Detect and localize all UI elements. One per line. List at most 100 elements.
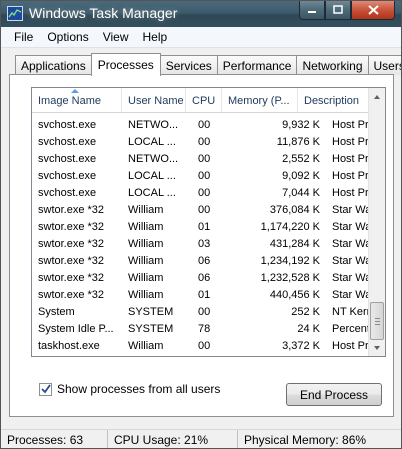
cell-description: Star Wars... (332, 254, 370, 267)
tab-users[interactable]: Users (367, 55, 401, 75)
cell-description: NT Kernel... (332, 305, 370, 318)
menu-help[interactable]: Help (136, 30, 175, 44)
cell-memory: 440,456 K (269, 288, 320, 301)
cell-description: Star Wars... (332, 203, 370, 216)
end-process-label: End Process (299, 387, 369, 402)
cell-user-name: SYSTEM (128, 322, 174, 335)
table-row[interactable]: System SYSTEM 00 252 K NT Kernel... (32, 303, 370, 320)
close-icon[interactable] (351, 1, 395, 20)
table-row[interactable]: swtor.exe *32 William 06 1,232,528 K Star Wa… (32, 269, 370, 286)
cell-memory: 1,234,192 K (260, 254, 320, 267)
column-header-user-name[interactable]: User Name (122, 88, 186, 112)
minimize-icon[interactable] (299, 1, 325, 20)
table-row[interactable]: svchost.exe NETWO... 00 9,932 K Host Proc... (32, 116, 370, 133)
cell-user-name: William (128, 220, 164, 233)
cell-image-name: swtor.exe *32 (38, 288, 105, 301)
column-header-description[interactable]: Description (298, 88, 370, 112)
cell-memory: 9,092 K (282, 169, 320, 182)
cell-image-name: swtor.exe *32 (38, 237, 105, 250)
cell-user-name: William (128, 288, 164, 301)
table-row[interactable]: System Idle P... SYSTEM 78 24 K Percenta... (32, 320, 370, 337)
column-header-memory[interactable]: Memory (P... (222, 88, 298, 112)
cell-user-name: William (128, 271, 164, 284)
cell-description: Star Wars... (332, 220, 370, 233)
scroll-down-icon[interactable] (369, 339, 385, 356)
maximize-icon[interactable] (325, 1, 351, 20)
cell-user-name: NETWO... (128, 118, 179, 131)
cell-description: Host Proc... (332, 186, 370, 199)
table-row[interactable]: svchost.exe LOCAL ... 00 9,092 K Host Proc..… (32, 167, 370, 184)
cell-description: Percenta... (332, 322, 370, 335)
cell-image-name: svchost.exe (38, 135, 97, 148)
cell-image-name: svchost.exe (38, 118, 97, 131)
show-all-processes-label: Show processes from all users (57, 382, 221, 396)
cell-user-name: LOCAL ... (128, 169, 176, 182)
cell-user-name: SYSTEM (128, 305, 174, 318)
cell-cpu: 00 (198, 152, 211, 165)
table-row[interactable]: taskhost.exe William 00 3,372 K Host Proc... (32, 337, 370, 354)
tab-applications[interactable]: Applications (15, 55, 92, 75)
cell-cpu: 00 (198, 339, 211, 352)
tab-processes[interactable]: Processes (90, 53, 161, 76)
cell-memory: 3,372 K (282, 339, 320, 352)
cell-memory: 1,174,220 K (260, 220, 320, 233)
cell-memory: 376,084 K (269, 203, 320, 216)
cell-cpu: 06 (198, 254, 211, 267)
table-row[interactable]: swtor.exe *32 William 01 1,174,220 K Star Wa… (32, 218, 370, 235)
tab-services[interactable]: Services (159, 55, 218, 75)
cell-description: Host Proc... (332, 118, 370, 131)
cell-memory: 2,552 K (282, 152, 320, 165)
table-row[interactable]: swtor.exe *32 William 03 431,284 K Star Wars… (32, 235, 370, 252)
cell-cpu: 00 (198, 135, 211, 148)
column-header-cpu[interactable]: CPU (186, 88, 222, 112)
sort-ascending-icon (71, 89, 79, 93)
table-row[interactable]: svchost.exe LOCAL ... 00 11,876 K Host Proc.… (32, 133, 370, 150)
table-row[interactable]: swtor.exe *32 William 00 376,084 K Star Wars… (32, 201, 370, 218)
cell-cpu: 00 (198, 203, 211, 216)
cell-memory: 11,876 K (276, 135, 320, 148)
cell-memory: 431,284 K (269, 237, 320, 250)
menu-file[interactable]: File (7, 30, 40, 44)
cell-description: Star Wars... (332, 288, 370, 301)
column-header-image-name[interactable]: Image Name (32, 88, 122, 112)
cell-image-name: svchost.exe (38, 169, 97, 182)
window-title: Windows Task Manager (29, 5, 178, 21)
cell-image-name: swtor.exe *32 (38, 220, 105, 233)
table-row[interactable]: svchost.exe LOCAL ... 00 7,044 K Host Proc..… (32, 184, 370, 201)
cell-description: Host Proc... (332, 135, 370, 148)
cell-description: Star Wars... (332, 237, 370, 250)
show-all-processes-checkbox[interactable] (39, 382, 52, 396)
cell-user-name: LOCAL ... (128, 186, 176, 199)
menu-options[interactable]: Options (40, 30, 95, 44)
process-rows: svchost.exe NETWO... 00 9,932 K Host Proc...… (32, 116, 370, 354)
show-all-processes-option[interactable]: Show processes from all users (39, 382, 220, 396)
cell-image-name: swtor.exe *32 (38, 254, 105, 267)
cell-user-name: William (128, 339, 164, 352)
menu-view[interactable]: View (96, 30, 136, 44)
title-bar[interactable]: Windows Task Manager (1, 1, 401, 27)
cell-memory: 24 K (297, 322, 320, 335)
table-row[interactable]: swtor.exe *32 William 01 440,456 K Star Wars… (32, 286, 370, 303)
cell-cpu: 00 (198, 118, 211, 131)
cell-image-name: System Idle P... (38, 322, 114, 335)
table-row[interactable]: svchost.exe NETWO... 00 2,552 K Host Proc... (32, 150, 370, 167)
cell-image-name: svchost.exe (38, 152, 97, 165)
cell-user-name: LOCAL ... (128, 135, 176, 148)
caption-buttons (299, 1, 395, 21)
end-process-button[interactable]: End Process (286, 383, 382, 406)
processes-panel: Image Name User Name CPU Memory (P... De… (9, 74, 394, 417)
scroll-thumb[interactable] (370, 302, 384, 340)
cell-memory: 7,044 K (282, 186, 320, 199)
cell-memory: 9,932 K (282, 118, 320, 131)
tab-performance[interactable]: Performance (216, 55, 298, 75)
table-row[interactable]: swtor.exe *32 William 06 1,234,192 K Star Wa… (32, 252, 370, 269)
scroll-up-icon[interactable] (369, 88, 385, 105)
tab-strip: Applications Processes Services Performa… (15, 53, 401, 76)
tab-networking[interactable]: Networking (296, 55, 369, 75)
task-manager-icon (7, 6, 23, 21)
vertical-scrollbar[interactable] (368, 88, 385, 356)
cell-cpu: 78 (198, 322, 211, 335)
process-list[interactable]: Image Name User Name CPU Memory (P... De… (31, 87, 386, 357)
cell-cpu: 01 (198, 288, 211, 301)
cell-user-name: NETWO... (128, 152, 179, 165)
